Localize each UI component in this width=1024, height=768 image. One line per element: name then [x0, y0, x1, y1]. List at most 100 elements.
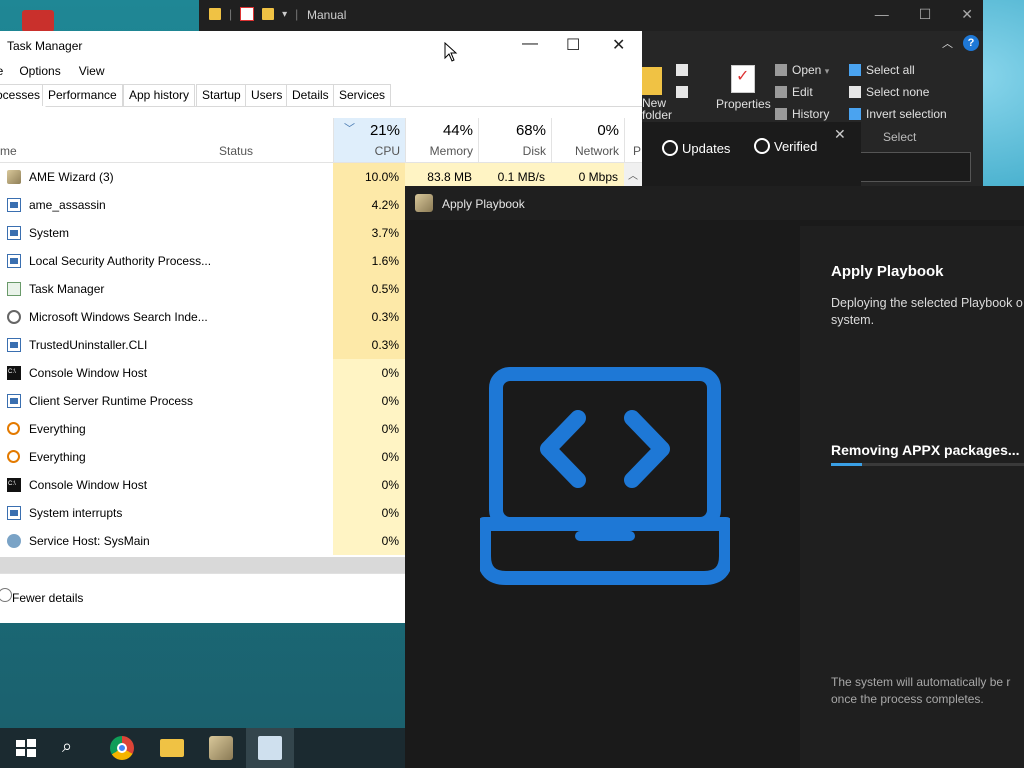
- select-all-icon: [849, 64, 861, 76]
- select-group-label: Select: [883, 130, 917, 144]
- apply-playbook-description: Deploying the selected Playbook o system…: [831, 296, 1023, 327]
- close-icon[interactable]: ✕: [834, 126, 846, 143]
- task-manager-tabs: ocesses Performance App history Startup …: [0, 84, 642, 107]
- playbook-info-bar: Updates Verified ✕: [642, 122, 861, 186]
- close-icon[interactable]: ✕: [961, 6, 973, 23]
- new-folder-button[interactable]: New folder: [642, 97, 672, 121]
- everything-search-icon: [7, 422, 20, 435]
- column-disk[interactable]: 68% Disk: [478, 118, 552, 162]
- tab-users[interactable]: Users: [245, 84, 289, 106]
- edit-button[interactable]: Edit: [775, 85, 813, 99]
- maximize-icon[interactable]: ☐: [919, 6, 932, 23]
- window-app-icon: [7, 254, 21, 268]
- ame-window-title: Apply Playbook: [442, 197, 525, 211]
- menu-file[interactable]: le: [0, 61, 3, 83]
- search-icon[interactable]: ⌕: [62, 736, 86, 760]
- invert-selection-button[interactable]: Invert selection: [849, 107, 947, 121]
- console-icon: [7, 366, 21, 380]
- menu-view[interactable]: View: [79, 61, 105, 83]
- sort-chevron-down-icon: ﹀: [344, 123, 355, 135]
- laptop-code-icon: [480, 367, 730, 585]
- window-app-icon: [7, 338, 21, 352]
- column-network[interactable]: 0% Network: [551, 118, 625, 162]
- task-manager-title: Task Manager: [7, 39, 83, 53]
- ame-wizard-window: Apply Playbook Apply Playbook Deploying …: [405, 186, 1024, 768]
- task-manager-menu: le Options View: [0, 61, 105, 83]
- select-none-button[interactable]: Select none: [849, 85, 929, 99]
- progress-bar: [831, 463, 1024, 466]
- restart-notice: The system will automatically be r once …: [831, 675, 1011, 706]
- menu-options[interactable]: Options: [19, 61, 60, 83]
- chrome-icon[interactable]: [110, 736, 134, 760]
- window-app-icon: [7, 198, 21, 212]
- chevron-down-icon[interactable]: ▾: [282, 9, 287, 20]
- open-icon: [775, 64, 787, 76]
- task-manager-icon: [7, 282, 21, 296]
- tab-app-history[interactable]: App history: [123, 84, 196, 106]
- tab-details[interactable]: Details: [286, 84, 335, 106]
- edit-icon: [775, 86, 787, 98]
- tab-services[interactable]: Services: [333, 84, 392, 106]
- open-button[interactable]: Open ▾: [775, 63, 829, 77]
- folder-icon[interactable]: [209, 8, 221, 20]
- window-app-icon: [7, 226, 21, 240]
- chevron-up-icon[interactable]: ︿: [628, 167, 638, 182]
- explorer-window-controls: — ☐ ✕: [875, 6, 973, 23]
- collapse-ribbon-icon[interactable]: ︿: [942, 35, 953, 51]
- minimize-icon[interactable]: —: [522, 35, 538, 53]
- taskbar: ⌕: [0, 728, 405, 768]
- select-all-button[interactable]: Select all: [849, 63, 915, 77]
- task-manager-icon[interactable]: [258, 736, 282, 760]
- ame-wizard-icon[interactable]: [209, 736, 233, 760]
- close-icon[interactable]: ✕: [612, 35, 625, 55]
- history-button[interactable]: History: [775, 107, 829, 121]
- window-app-icon: [7, 394, 21, 408]
- column-cpu[interactable]: ﹀ 21% CPU: [333, 118, 406, 162]
- file-explorer-icon[interactable]: [160, 739, 184, 757]
- column-memory[interactable]: 44% Memory: [405, 118, 479, 162]
- maximize-icon[interactable]: ☐: [566, 35, 580, 55]
- apply-playbook-heading: Apply Playbook: [831, 263, 944, 280]
- select-none-icon: [849, 86, 861, 98]
- ame-wizard-icon: [415, 194, 433, 212]
- explorer-search-box[interactable]: [856, 152, 971, 182]
- properties-button[interactable]: Properties: [716, 97, 771, 111]
- history-icon: [775, 108, 787, 120]
- column-name[interactable]: me: [0, 144, 17, 158]
- progress-bar-fill: [831, 463, 862, 466]
- desktop-shortcut-icon[interactable]: [22, 10, 54, 32]
- console-icon: [7, 478, 21, 492]
- mouse-cursor-icon: [444, 42, 458, 62]
- task-manager-title-bar: Task Manager — ☐ ✕: [0, 31, 642, 61]
- chevron-up-icon: [0, 588, 12, 602]
- updates-badge: Updates: [662, 140, 730, 156]
- invert-selection-icon: [849, 108, 861, 120]
- horizontal-scrollbar[interactable]: [0, 557, 405, 573]
- fewer-details-button[interactable]: Fewer details: [0, 573, 405, 623]
- minimize-icon[interactable]: —: [875, 6, 889, 23]
- verified-shield-icon: [754, 138, 770, 154]
- easy-access-icon[interactable]: [676, 85, 693, 99]
- tab-performance[interactable]: Performance: [42, 84, 123, 106]
- new-folder-icon[interactable]: [642, 67, 662, 95]
- explorer-title-bar: | ▾ | Manual — ☐ ✕: [199, 0, 983, 31]
- vertical-scrollbar[interactable]: ︿: [624, 163, 642, 188]
- new-item-icon[interactable]: [676, 63, 693, 77]
- new-folder-icon[interactable]: [262, 8, 275, 20]
- help-icon[interactable]: ?: [963, 35, 979, 51]
- ame-title-bar: Apply Playbook: [405, 186, 1024, 220]
- properties-icon[interactable]: [731, 65, 755, 93]
- everything-search-icon: [7, 450, 20, 463]
- tab-startup[interactable]: Startup: [196, 84, 247, 106]
- explorer-title: Manual: [307, 8, 347, 22]
- ame-wizard-icon: [7, 170, 21, 184]
- column-power[interactable]: P: [624, 118, 643, 162]
- column-status[interactable]: Status: [219, 144, 253, 158]
- properties-icon[interactable]: [240, 7, 255, 21]
- tab-processes[interactable]: ocesses: [0, 84, 47, 107]
- gear-icon: [7, 534, 21, 548]
- updates-icon: [662, 140, 678, 156]
- windows-start-icon[interactable]: [14, 736, 38, 760]
- window-app-icon: [7, 506, 21, 520]
- process-table-header: me Status ﹀ 21% CPU 44% Memory 68% Disk …: [0, 118, 642, 163]
